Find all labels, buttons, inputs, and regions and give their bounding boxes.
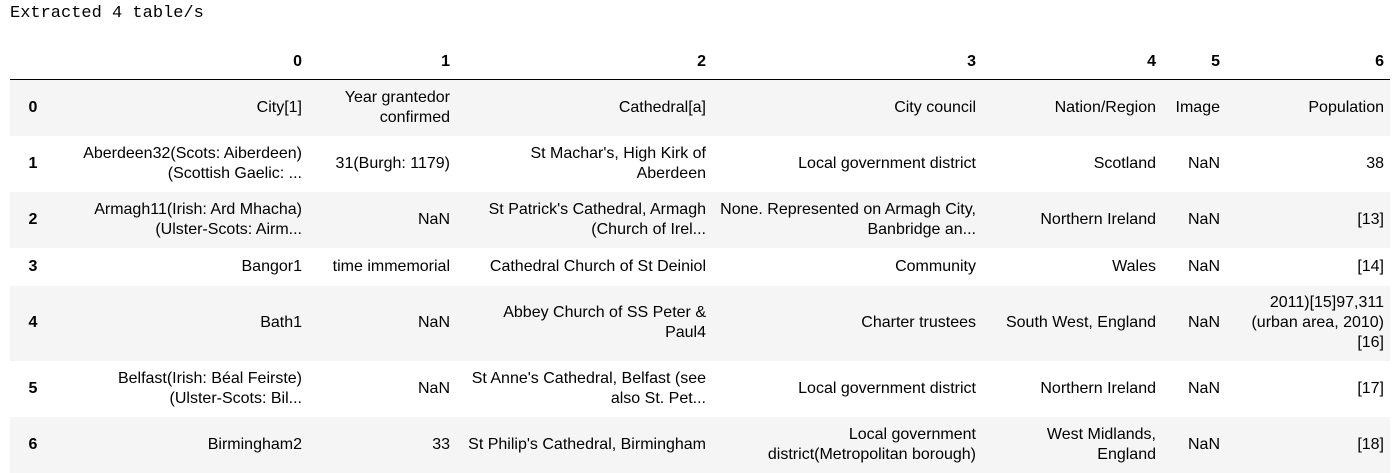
table-cell: Local government district(Metropolitan b… (767, 425, 976, 463)
table-cell: St Anne's Cathedral, Belfast (see also S… (471, 369, 706, 407)
table-cell: NaN (417, 210, 450, 228)
table-cell: Population (1308, 98, 1384, 116)
table-cell: [14] (1357, 257, 1384, 275)
table-cell: Charter trustees (861, 314, 976, 331)
table-cell: Abbey Church of SS Peter & Paul4 (503, 304, 706, 341)
table-cell: Year grantedor confirmed (344, 88, 450, 126)
table-cell: [18] (1357, 435, 1384, 453)
column-header: 6 (1226, 44, 1390, 80)
table-row: 0 City[1] Year grantedor confirmed Cathe… (10, 79, 1390, 136)
table-cell: Scotland (1093, 154, 1156, 172)
table-cell: Aberdeen32(Scots: Aiberdeen) (Scottish G… (83, 144, 302, 182)
column-header (10, 44, 56, 80)
table-cell: Nation/Region (1054, 98, 1156, 116)
row-index: 5 (28, 379, 38, 397)
table-row: 2 Armagh11(Irish: Ard Mhacha) (Ulster-Sc… (10, 191, 1390, 248)
table-cell: NaN (1187, 379, 1220, 397)
row-index: 0 (28, 98, 38, 116)
column-header: 3 (712, 44, 982, 80)
table-row: 4 Bath1 NaN Abbey Church of SS Peter & P… (10, 285, 1390, 361)
table-cell: St Patrick's Cathedral, Armagh (Church o… (488, 200, 706, 238)
table-cell: NaN (1187, 257, 1220, 275)
dataframe-table: 0 1 2 3 4 5 6 0 City[1] Year grantedor c… (10, 44, 1390, 473)
table-cell: Birmingham2 (207, 435, 302, 453)
table-cell: 38 (1366, 154, 1384, 172)
table-row: 3 Bangor1 time immemorial Cathedral Chur… (10, 247, 1390, 286)
table-cell: [13] (1357, 210, 1384, 228)
table-cell: Cathedral[a] (618, 98, 706, 116)
column-header: 2 (456, 44, 712, 80)
row-index: 1 (28, 154, 38, 172)
table-cell: None. Represented on Armagh City, Banbri… (720, 200, 976, 238)
table-cell: St Philip's Cathedral, Birmingham (468, 435, 706, 453)
column-header: 5 (1162, 44, 1226, 80)
table-cell: NaN (417, 379, 450, 397)
table-cell: Armagh11(Irish: Ard Mhacha) (Ulster-Scot… (94, 200, 302, 238)
table-cell: Local government district (798, 154, 976, 172)
table-row: 6 Birmingham2 33 St Philip's Cathedral, … (10, 416, 1390, 473)
table-cell: Local government district (798, 379, 976, 397)
table-cell: NaN (1187, 435, 1220, 453)
row-index: 2 (28, 210, 38, 228)
table-cell: Belfast(Irish: Béal Feirste) (Ulster-Sco… (117, 369, 302, 407)
output-text: Extracted 4 table/s (10, 4, 204, 23)
row-index: 6 (28, 435, 38, 453)
table-cell: Bath1 (260, 314, 302, 331)
table-cell: City council (894, 98, 976, 116)
table-cell: South West, England (1005, 314, 1156, 331)
table-cell: 31(Burgh: 1179) (335, 154, 450, 172)
table-cell: 33 (432, 435, 450, 453)
table-cell: [17] (1357, 379, 1384, 397)
table-cell: NaN (1187, 210, 1220, 228)
table-cell: 2011)[15]97,311 (urban area, 2010) [16] (1251, 294, 1384, 351)
column-header: 0 (56, 44, 308, 80)
table-row: 1 Aberdeen32(Scots: Aiberdeen) (Scottish… (10, 135, 1390, 192)
table-cell: City[1] (256, 98, 302, 116)
table-row: 5 Belfast(Irish: Béal Feirste) (Ulster-S… (10, 360, 1390, 417)
table-cell: time immemorial (332, 257, 450, 275)
table-cell: NaN (417, 314, 450, 331)
table-cell: St Machar's, High Kirk of Aberdeen (530, 144, 706, 182)
table-cell: Community (895, 257, 976, 275)
column-header: 1 (308, 44, 456, 80)
table-cell: Northern Ireland (1040, 379, 1156, 397)
table-cell: Bangor1 (241, 257, 303, 275)
table-cell: Image (1175, 98, 1220, 116)
row-index: 4 (28, 314, 38, 331)
table-cell: NaN (1187, 314, 1220, 331)
table-cell: Wales (1112, 257, 1156, 275)
table-cell: Cathedral Church of St Deiniol (489, 257, 706, 275)
table-cell: Northern Ireland (1040, 210, 1156, 228)
column-header: 4 (982, 44, 1162, 80)
row-index: 3 (28, 257, 38, 275)
table-cell: NaN (1187, 154, 1220, 172)
header-row: 0 1 2 3 4 5 6 (10, 44, 1390, 80)
table-cell: West Midlands, England (1046, 425, 1156, 463)
data-table: 0 1 2 3 4 5 6 0 City[1] Year grantedor c… (10, 44, 1390, 473)
